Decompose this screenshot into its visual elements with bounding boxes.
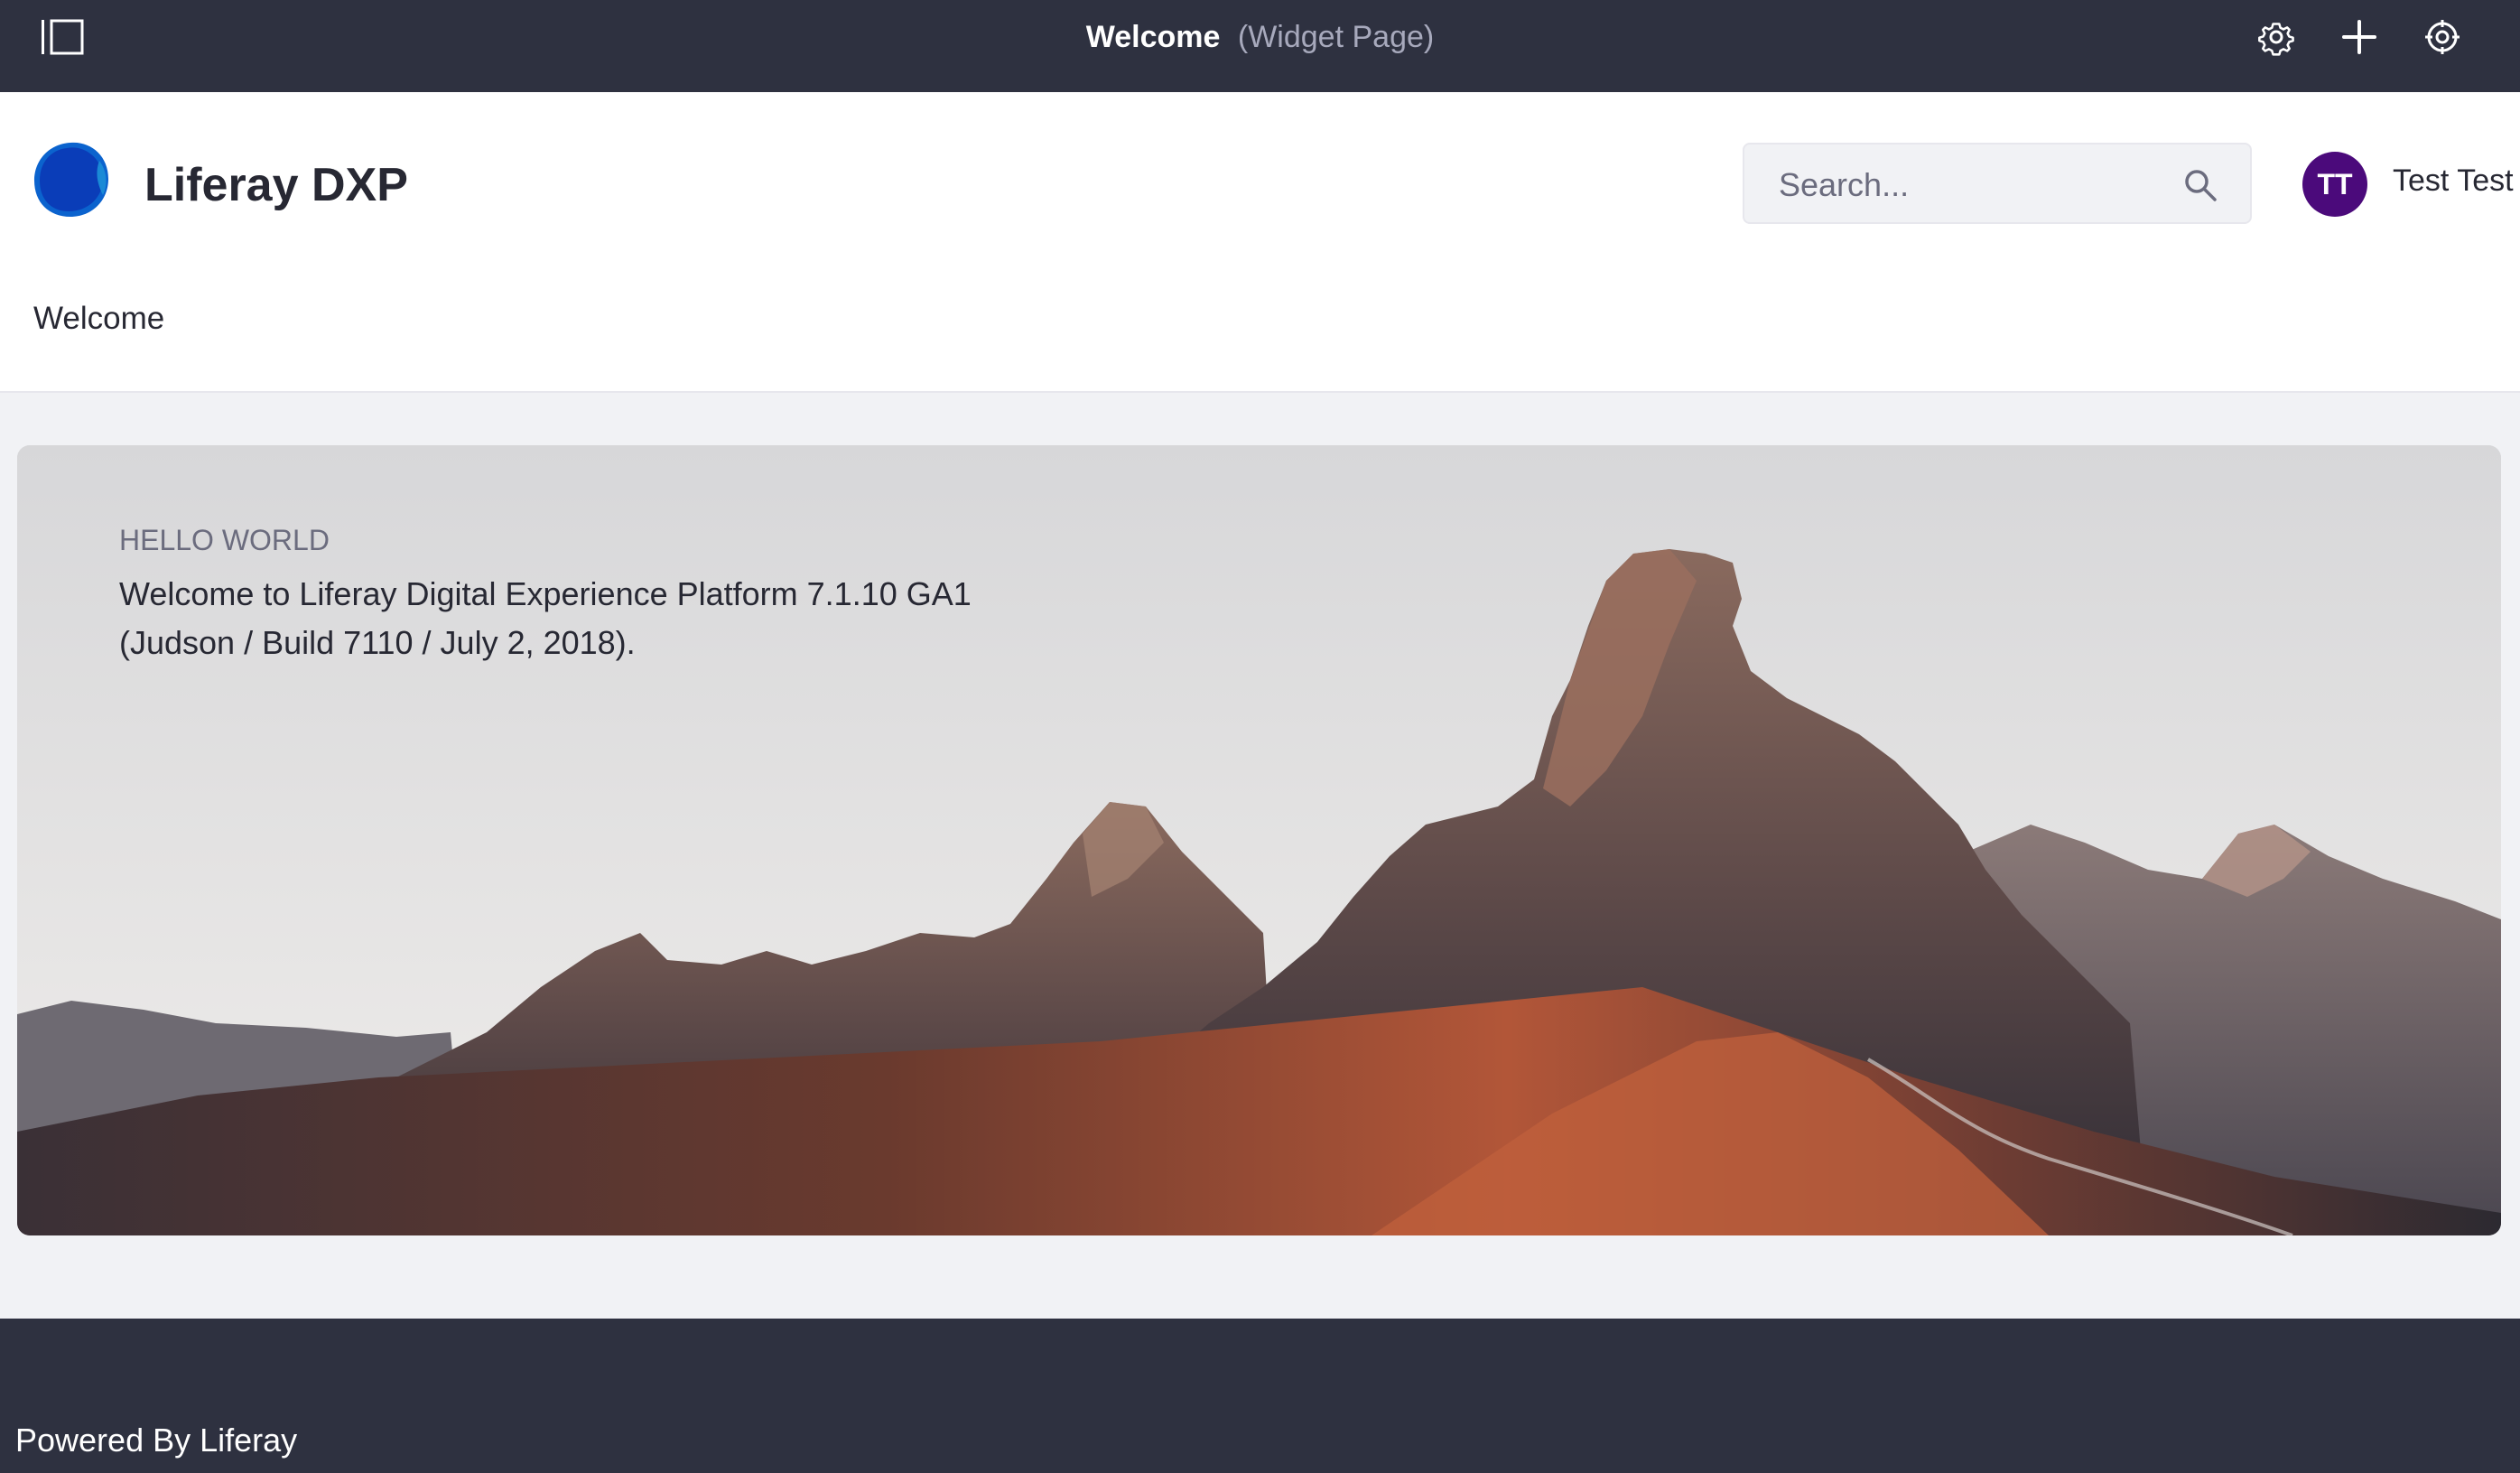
page-title: Welcome (Widget Page) [0, 18, 2520, 56]
site-footer: Powered By Liferay [0, 1319, 2520, 1473]
banner-line-2: (Judson / Build 7110 / July 2, 2018). [119, 624, 636, 661]
control-menu: Welcome (Widget Page) [0, 0, 2520, 92]
page-type: (Widget Page) [1237, 20, 1435, 54]
site-name[interactable]: Liferay DXP [144, 155, 408, 215]
nav-item-welcome[interactable]: Welcome [33, 298, 164, 340]
powered-by-text[interactable]: Powered By Liferay [15, 1420, 297, 1461]
search-input[interactable] [1777, 161, 2174, 210]
user-avatar[interactable]: TT [2302, 152, 2367, 217]
hero-banner: HELLO WORLD Welcome to Liferay Digital E… [17, 445, 2501, 1235]
search-bar [1743, 143, 2252, 224]
gear-icon[interactable] [2255, 16, 2297, 58]
site-header: Liferay DXP TT Test Test Welcome [0, 92, 2520, 393]
search-icon[interactable] [2183, 168, 2218, 202]
mountain-landscape-image [17, 445, 2501, 1235]
simulation-icon[interactable] [2422, 16, 2463, 58]
banner-line-1: Welcome to Liferay Digital Experience Pl… [119, 575, 972, 612]
liferay-logo[interactable] [31, 139, 112, 220]
user-name[interactable]: Test Test [2393, 161, 2514, 200]
banner-text: Welcome to Liferay Digital Experience Pl… [119, 570, 1094, 667]
plus-icon[interactable] [2339, 16, 2380, 58]
page-name: Welcome [1085, 20, 1221, 54]
banner-kicker: HELLO WORLD [119, 524, 330, 556]
